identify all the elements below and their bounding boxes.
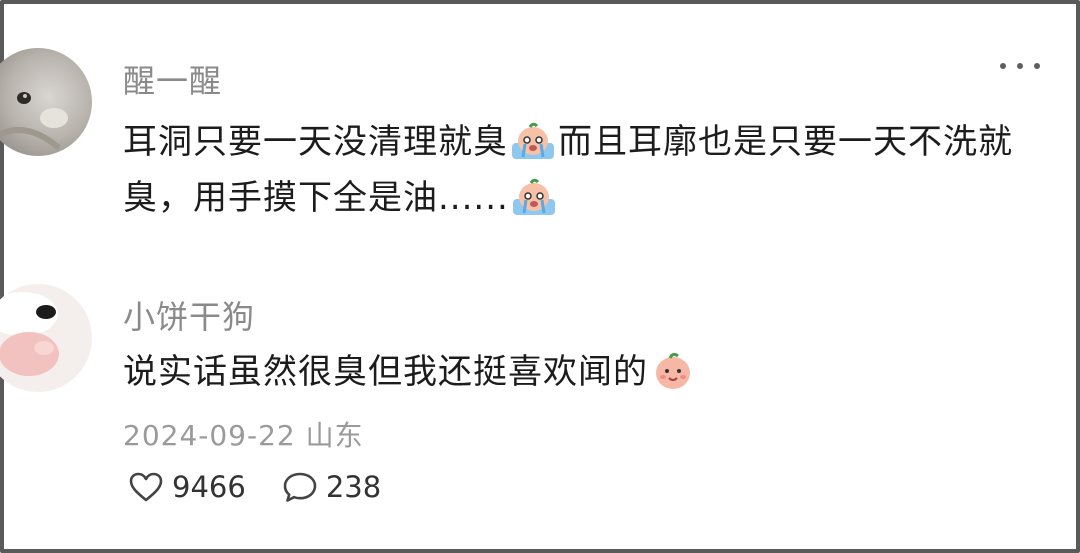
comment-text-content: 说实话虽然很臭但我还挺喜欢闻的 — [123, 352, 648, 392]
comment-bubble-icon — [283, 472, 317, 502]
avatar[interactable] — [0, 284, 92, 392]
comment-panel: 醒一醒 耳洞只要一天没清理就臭 而且耳廓也是只要一天不洗就臭，用手摸下全是油..… — [0, 0, 1080, 553]
comment-meta: 2024-09-22 山东 — [123, 414, 364, 454]
dot — [1034, 63, 1040, 69]
cat-avatar-image — [0, 48, 92, 156]
comment-location: 山东 — [305, 419, 364, 452]
username[interactable]: 醒一醒 — [123, 56, 222, 102]
comment-date: 2024-09-22 — [123, 419, 296, 452]
dot — [1017, 63, 1023, 69]
avatar[interactable] — [0, 48, 92, 156]
dot — [1000, 63, 1006, 69]
smiling-peach-emoji — [656, 352, 690, 389]
comment-text: 说实话虽然很臭但我还挺喜欢闻的 — [123, 344, 1023, 400]
reply-button[interactable]: 238 — [282, 470, 381, 504]
cat-avatar-image — [0, 284, 92, 392]
comment-actions: 9466 238 — [128, 470, 381, 504]
crying-peach-emoji — [512, 178, 555, 215]
like-button[interactable]: 9466 — [128, 470, 246, 504]
like-count: 9466 — [172, 470, 246, 504]
crying-peach-emoji — [512, 122, 554, 159]
username[interactable]: 小饼干狗 — [123, 292, 255, 338]
reply-count: 238 — [325, 470, 382, 504]
comment-text-part1: 耳洞只要一天没清理就臭 — [123, 122, 508, 162]
heart-icon — [129, 472, 163, 502]
more-dots-icon[interactable] — [1000, 60, 1040, 72]
comment-text: 耳洞只要一天没清理就臭 而且耳廓也是只要一天不洗就臭，用手摸下全是油...... — [123, 114, 1023, 226]
